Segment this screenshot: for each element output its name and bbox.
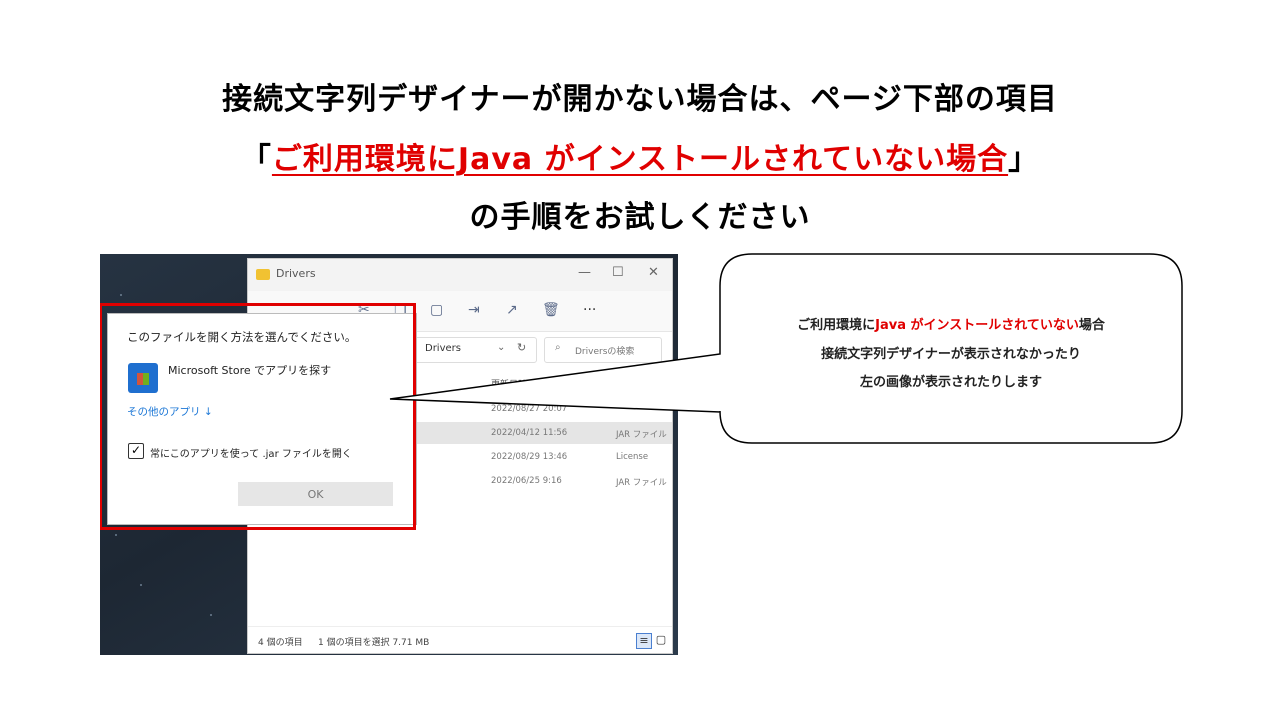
callout-text-red: Java がインストールされていない bbox=[875, 318, 1079, 333]
callout-line-2: 接続文字列デザイナーが表示されなかったり bbox=[821, 347, 1081, 362]
callout-text-post: 場合 bbox=[1078, 318, 1105, 333]
callout-text-pre: ご利用環境に bbox=[797, 318, 876, 333]
callout-line-3: 左の画像が表示されたりします bbox=[859, 375, 1042, 390]
callout-line-1: ご利用環境にJava がインストールされていない場合 bbox=[720, 314, 1182, 333]
